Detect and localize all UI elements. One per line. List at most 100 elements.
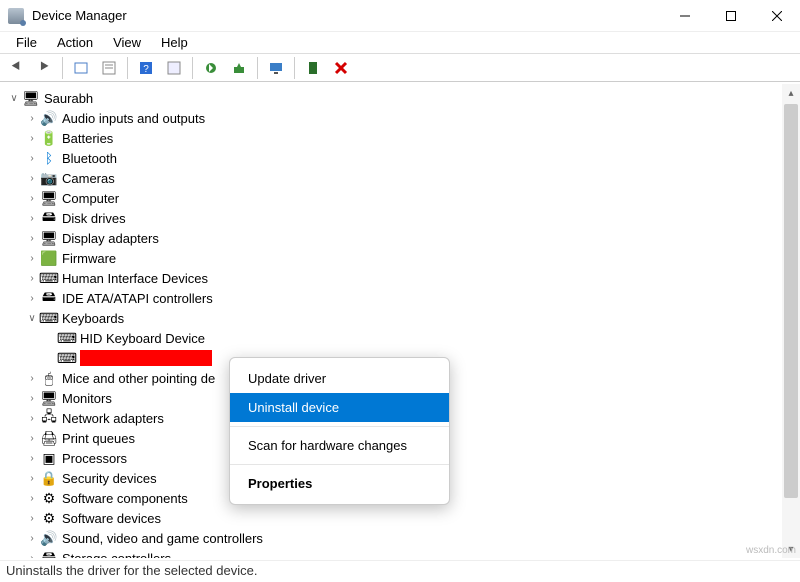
expand-icon[interactable]: › [24,233,40,244]
context-menu-separator [230,464,449,465]
close-button[interactable] [754,0,800,32]
menu-help[interactable]: Help [151,33,198,52]
tree-node[interactable]: ›🔋Batteries [6,128,800,148]
update-driver-button[interactable] [227,56,251,80]
tree-node[interactable]: ›🟩 Firmware [6,248,800,268]
tree-node-label: Saurabh [44,91,93,106]
device-category-icon: 🟩 [40,250,58,266]
device-category-icon: ⚙ [40,490,58,506]
expand-icon[interactable]: › [24,133,40,144]
context-menu-separator [230,426,449,427]
title-bar: Device Manager [0,0,800,32]
context-menu-item-uninstall-device[interactable]: Uninstall device [230,393,449,422]
device-category-icon: 📷 [40,170,58,186]
expand-icon[interactable]: › [24,213,40,224]
minimize-button[interactable] [662,0,708,32]
context-menu-item-scan-for-hardware-changes[interactable]: Scan for hardware changes [230,431,449,460]
window-controls [662,0,800,32]
expand-icon[interactable]: › [24,413,40,424]
menu-file[interactable]: File [6,33,47,52]
tree-node-label: Mice and other pointing de [62,371,215,386]
context-menu-item-update-driver[interactable]: Update driver [230,364,449,393]
expand-icon[interactable]: › [24,173,40,184]
expand-icon[interactable]: › [24,533,40,544]
tree-node-label: Display adapters [62,231,159,246]
device-category-icon: 🖥 [40,390,58,406]
expand-icon[interactable]: › [24,193,40,204]
expand-icon[interactable]: › [24,513,40,524]
tree-node-label: Software devices [62,511,161,526]
tree-node-label: IDE ATA/ATAPI controllers [62,291,213,306]
tree-node[interactable]: ›📷 Cameras [6,168,800,188]
toolbar: ⯇ ⯈ ? [0,54,800,82]
expand-icon[interactable]: › [24,253,40,264]
expand-icon[interactable]: › [24,473,40,484]
scroll-up-arrow[interactable]: ▴ [782,84,800,102]
device-category-icon: ▣ [40,450,58,466]
menu-action[interactable]: Action [47,33,103,52]
tree-node-label: Software components [62,491,188,506]
tree-node-label: Cameras [62,171,115,186]
tree-node-label: Processors [62,451,127,466]
device-category-icon: 🖱 [40,370,58,386]
device-category-icon: 🖴 [40,210,58,226]
tree-node[interactable]: ›🖴Disk drives [6,208,800,228]
device-button[interactable] [301,56,325,80]
forward-button[interactable]: ⯈ [32,56,56,80]
expand-icon[interactable]: › [24,373,40,384]
tree-node-label: Sound, video and game controllers [62,531,263,546]
expand-icon[interactable]: › [24,113,40,124]
uninstall-button[interactable] [329,56,353,80]
help-button[interactable]: ? [134,56,158,80]
vertical-scrollbar[interactable]: ▴ ▾ [782,84,800,558]
tree-node-label: Firmware [62,251,116,266]
tree-node[interactable]: ›⚙ Software devices [6,508,800,528]
tree-node[interactable]: ∨⌨Keyboards [6,308,800,328]
tree-node[interactable]: ›🖴IDE ATA/ATAPI controllers [6,288,800,308]
tree-node[interactable]: ›⌨Human Interface Devices [6,268,800,288]
expand-icon[interactable]: › [24,393,40,404]
tree-node[interactable]: ›🔊Audio inputs and outputs [6,108,800,128]
tree-node[interactable]: ∨🖥Saurabh [6,88,800,108]
tree-node[interactable]: ⌨HID Keyboard Device [6,328,800,348]
tree-node[interactable]: ›ᛒBluetooth [6,148,800,168]
expand-icon[interactable]: › [24,433,40,444]
collapse-icon[interactable]: ∨ [24,313,40,324]
toolbar-separator [294,57,295,79]
prop2-button[interactable] [162,56,186,80]
expand-icon[interactable]: › [24,453,40,464]
expand-icon[interactable]: › [24,553,40,559]
scroll-thumb[interactable] [784,104,798,498]
expand-icon[interactable]: › [24,153,40,164]
device-category-icon: 🖥 [40,230,58,246]
expand-icon[interactable]: › [24,273,40,284]
toolbar-separator [62,57,63,79]
properties-button[interactable] [97,56,121,80]
show-hidden-button[interactable] [69,56,93,80]
context-menu: Update driverUninstall device Scan for ha… [229,357,450,505]
tree-node[interactable]: ›🖴Storage controllers [6,548,800,558]
menu-bar: File Action View Help [0,32,800,54]
tree-node-label: Human Interface Devices [62,271,208,286]
scan-button[interactable] [199,56,223,80]
tree-node[interactable]: ›🔊 Sound, video and game controllers [6,528,800,548]
maximize-button[interactable] [708,0,754,32]
tree-node[interactable]: ›🖥 Display adapters [6,228,800,248]
back-button[interactable]: ⯇ [4,56,28,80]
device-category-icon: 🖴 [40,550,58,558]
expand-icon[interactable]: › [24,493,40,504]
device-category-icon: ⚙ [40,510,58,526]
monitor-button[interactable] [264,56,288,80]
device-category-icon: 🔊 [40,530,58,546]
tree-node-label: Network adapters [62,411,164,426]
device-category-icon: 🔊 [40,110,58,126]
device-category-icon: ᛒ [40,150,58,166]
toolbar-separator [127,57,128,79]
context-menu-item-properties[interactable]: Properties [230,469,449,498]
device-category-icon: ⌨ [58,350,76,366]
expand-icon[interactable]: › [24,293,40,304]
tree-node[interactable]: ›🖥Computer [6,188,800,208]
collapse-icon[interactable]: ∨ [6,93,22,104]
menu-view[interactable]: View [103,33,151,52]
device-category-icon: 🔋 [40,130,58,146]
